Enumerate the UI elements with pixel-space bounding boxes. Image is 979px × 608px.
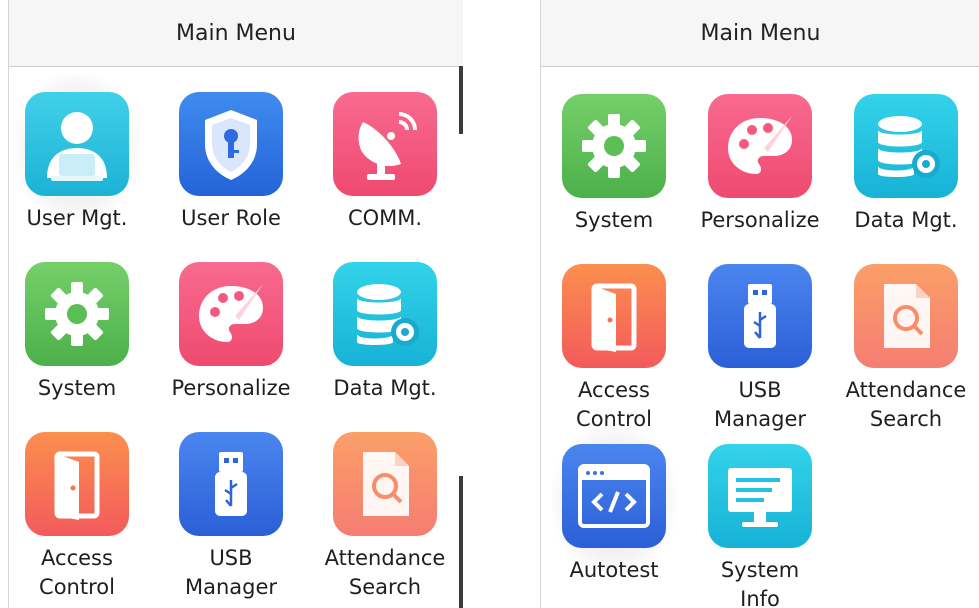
menu-item-data-mgt[interactable]: Data Mgt.: [327, 262, 443, 403]
menu-item-label: Data Mgt.: [333, 376, 437, 400]
document-search-icon: [333, 432, 437, 536]
menu-item-label: Autotest: [569, 558, 659, 582]
document-search-icon: [854, 264, 958, 368]
menu-item-label: User Mgt.: [26, 206, 128, 230]
database-gear-icon: [854, 94, 958, 198]
menu-item-label: System: [37, 376, 117, 400]
menu-item-label: Personalize: [171, 376, 291, 400]
menu-item-label: User Role: [181, 206, 281, 230]
door-icon: [562, 264, 666, 368]
door-icon: [25, 432, 129, 536]
menu-item-system[interactable]: System: [556, 94, 672, 235]
menu-item-comm[interactable]: COMM.: [327, 92, 443, 233]
usb-drive-icon: [179, 432, 283, 536]
menu-item-system[interactable]: System: [19, 262, 135, 403]
menu-item-label: Access Control: [39, 546, 115, 599]
menu-item-access-control[interactable]: Access Control: [19, 432, 135, 602]
scrollbar[interactable]: [459, 66, 463, 134]
menu-title: Main Menu: [541, 0, 979, 67]
menu-title: Main Menu: [9, 0, 463, 67]
gear-icon: [562, 94, 666, 198]
user-icon: [25, 92, 129, 196]
code-window-icon: [562, 444, 666, 548]
main-menu-screen-right: Main Menu System Personalize Data Mgt. A…: [540, 0, 979, 608]
menu-item-autotest[interactable]: Autotest: [552, 426, 676, 585]
menu-item-user-mgt[interactable]: User Mgt.: [15, 74, 139, 233]
main-menu-screen-left: Main Menu User Mgt. User Role COMM. Syst…: [8, 0, 463, 608]
menu-item-label: Personalize: [700, 208, 820, 232]
palette-icon: [179, 262, 283, 366]
menu-item-label: System Info: [720, 558, 800, 608]
database-gear-icon: [333, 262, 437, 366]
menu-item-system-info[interactable]: System Info: [702, 444, 818, 608]
menu-item-label: Attendance Search: [845, 378, 967, 431]
menu-item-attendance-search[interactable]: Attendance Search: [845, 264, 967, 434]
menu-item-personalize[interactable]: Personalize: [171, 262, 291, 403]
menu-item-label: USB Manager: [713, 378, 807, 431]
gear-icon: [25, 262, 129, 366]
menu-item-personalize[interactable]: Personalize: [700, 94, 820, 235]
menu-item-usb-manager[interactable]: USB Manager: [173, 432, 289, 602]
menu-item-data-mgt[interactable]: Data Mgt.: [848, 94, 964, 235]
menu-item-label: USB Manager: [184, 546, 278, 599]
palette-icon: [708, 94, 812, 198]
menu-item-label: Data Mgt.: [854, 208, 958, 232]
monitor-icon: [708, 444, 812, 548]
menu-item-label: Attendance Search: [324, 546, 446, 599]
menu-item-user-role[interactable]: User Role: [173, 92, 289, 233]
menu-item-attendance-search[interactable]: Attendance Search: [324, 432, 446, 602]
satellite-dish-icon: [333, 92, 437, 196]
menu-item-usb-manager[interactable]: USB Manager: [702, 264, 818, 434]
menu-item-label: COMM.: [347, 206, 423, 230]
menu-item-access-control[interactable]: Access Control: [556, 264, 672, 434]
scrollbar-thumb[interactable]: [459, 476, 463, 608]
menu-item-label: System: [574, 208, 654, 232]
shield-key-icon: [179, 92, 283, 196]
usb-drive-icon: [708, 264, 812, 368]
